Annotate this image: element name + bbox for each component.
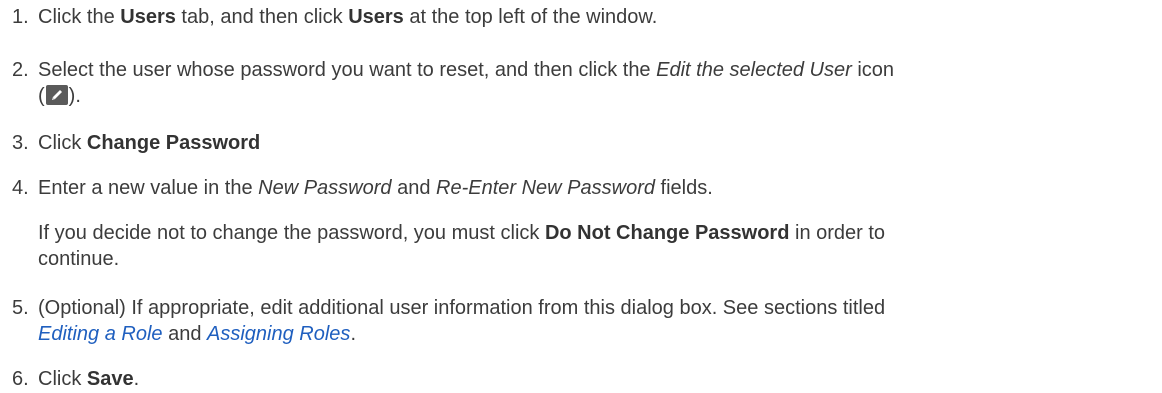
step-text: Click Change Password [38,131,260,155]
instruction-document: 1. Click the Users tab, and then click U… [0,0,1162,393]
pencil-icon [45,85,68,105]
change-password-label: Change Password [86,132,261,154]
text-run: at the top left of the window. [403,6,658,28]
edit-user-term: Edit the selected User [656,59,852,81]
text-run: ( [38,85,45,107]
text-run: . [350,323,356,345]
text-run: Click [38,368,87,390]
save-label: Save [86,368,134,390]
text-run: and [162,323,208,345]
step-text: Enter a new value in the New Password an… [38,176,713,200]
step-number: 1. [12,6,29,28]
text-run: in order to [789,222,886,244]
users-tab-label: Users [120,6,176,28]
step-number: 6. [12,368,29,390]
text-run: If you decide not to change the password… [38,222,545,244]
step-number: 2. [12,59,29,81]
text-run: Enter a new value in the [38,177,259,199]
step-number: 4. [12,177,29,199]
assigning-roles-link[interactable]: Assigning Roles [207,323,350,345]
step-text: Click Save. [38,367,139,391]
text-run: . [133,368,140,390]
text-run: continue. [38,248,120,270]
step-text: (Optional) If appropriate, edit addition… [38,297,886,319]
text-run: fields. [654,177,713,199]
text-run: tab, and then click [175,6,349,28]
text-run: and [391,177,437,199]
text-run: Click the [38,6,121,28]
do-not-change-password-label: Do Not Change Password [544,222,790,244]
text-run: ). [68,85,81,107]
new-password-term: New Password [258,177,392,199]
step-5-continued: Editing a Role and Assigning Roles. [38,322,356,346]
editing-a-role-link[interactable]: Editing a Role [38,323,163,345]
step-text: Click the Users tab, and then click User… [38,5,657,29]
text-run: icon [851,59,895,81]
note-paragraph-continued: continue. [38,247,119,271]
step-number: 5. [12,297,29,319]
users-label: Users [348,6,404,28]
step-2-continued: (). [38,84,81,108]
step-number: 3. [12,132,29,154]
note-paragraph: If you decide not to change the password… [38,221,885,245]
step-text: Select the user whose password you want … [38,58,894,82]
text-run: Click [38,132,87,154]
text-run: Select the user whose password you want … [38,59,657,81]
reenter-password-term: Re-Enter New Password [436,177,655,199]
